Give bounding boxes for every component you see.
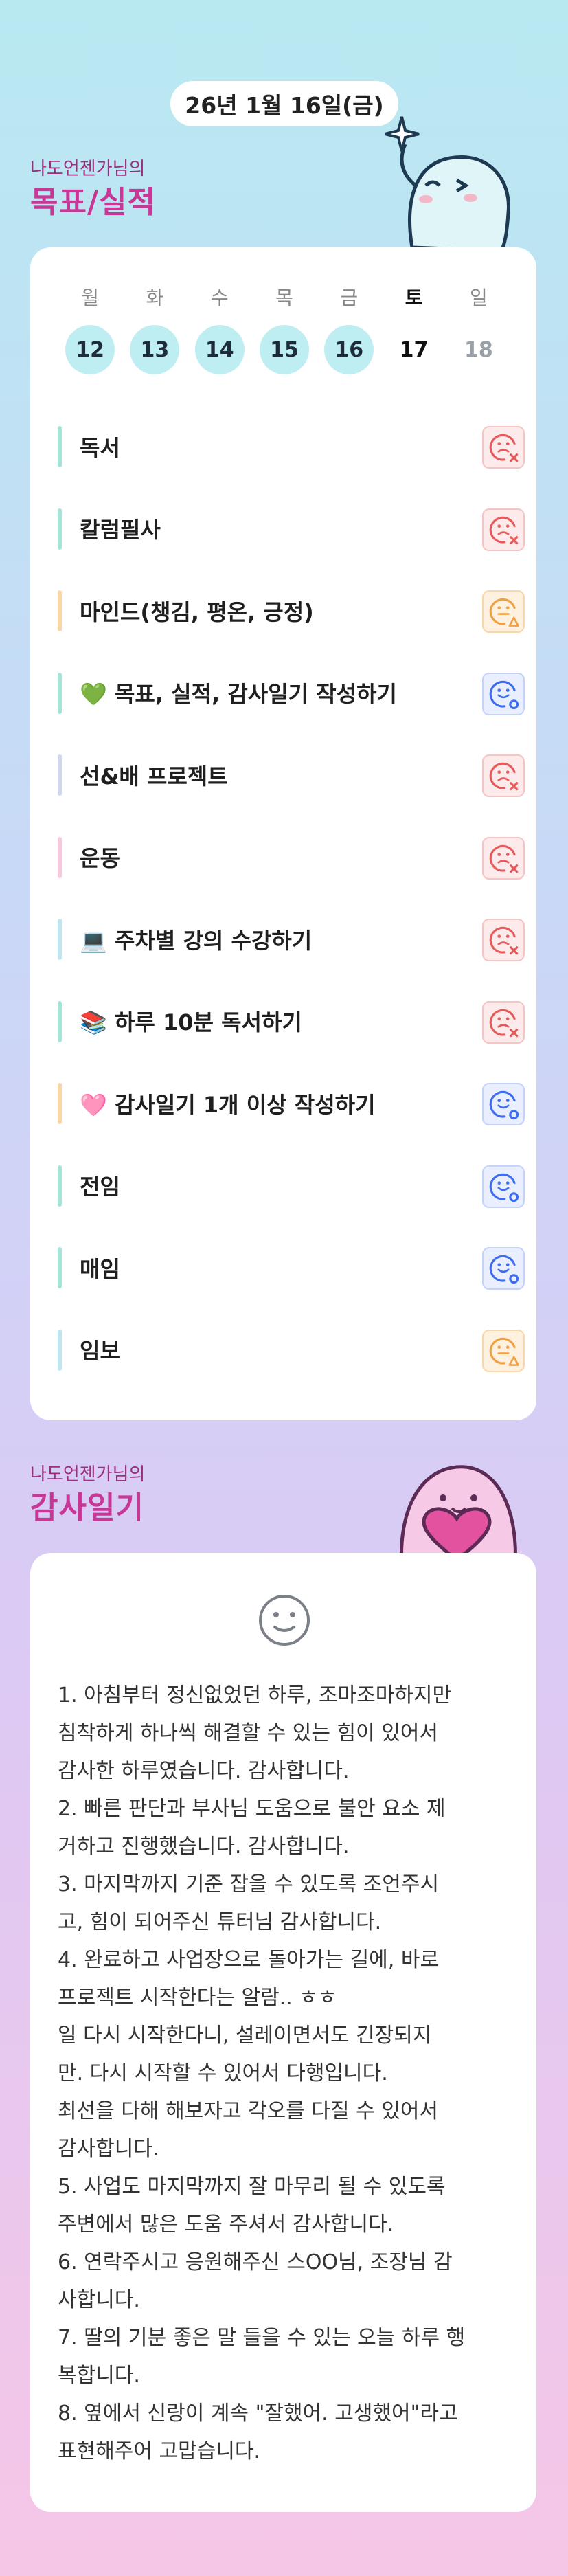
goal-label: 선&배 프로젝트 — [80, 763, 228, 789]
goal-color-bar — [58, 590, 62, 631]
sad-face-x-icon — [489, 516, 519, 544]
goal-label: 운동 — [80, 845, 120, 872]
heart-mascot-icon — [399, 1465, 517, 1567]
goal-status-button[interactable] — [482, 1083, 525, 1125]
goal-status-button[interactable] — [482, 1165, 525, 1208]
goal-color-bar — [58, 754, 62, 796]
goal-color-bar — [58, 508, 62, 550]
weekday-label: 월 — [81, 287, 100, 309]
goal-color-bar — [58, 1165, 62, 1207]
goal-color-bar — [58, 1247, 62, 1288]
goal-status-button[interactable] — [482, 919, 525, 961]
goal-status-button[interactable] — [482, 1329, 525, 1372]
goal-label: 마인드(챙김, 평온, 긍정) — [80, 598, 314, 625]
goal-color-bar — [58, 1000, 62, 1042]
day-button[interactable]: 17 — [381, 324, 446, 375]
goal-item[interactable]: 운동 — [58, 816, 525, 899]
day-number: 13 — [130, 325, 180, 374]
goal-label: 매임 — [80, 1255, 120, 1282]
neutral-face-triangle-icon — [489, 1337, 519, 1366]
day-number: 17 — [399, 337, 429, 362]
goal-status-button[interactable] — [482, 672, 525, 715]
goal-color-bar — [58, 1329, 62, 1371]
neutral-face-triangle-icon — [489, 598, 519, 627]
gratitude-title: 감사일기 — [30, 1490, 144, 1525]
goals-subtitle: 나도언젠가님의 — [30, 159, 146, 179]
day-button[interactable]: 12 — [58, 324, 122, 375]
goal-label: 🩷 감사일기 1개 이상 작성하기 — [80, 1091, 376, 1118]
goal-label: 임보 — [80, 1338, 120, 1365]
goal-list: 독서 칼럼필사 마인드(챙김, 평온, 긍정) 💚 목표, 실적, 감사일기 작… — [58, 405, 525, 1391]
day-button[interactable]: 18 — [446, 324, 511, 375]
sad-face-x-icon — [489, 434, 519, 462]
smile-face-circle-icon — [489, 1255, 519, 1284]
day-number: 18 — [464, 337, 493, 362]
goal-item[interactable]: 칼럼필사 — [58, 488, 525, 570]
sad-face-x-icon — [489, 762, 519, 791]
goal-item[interactable]: 📚 하루 10분 독서하기 — [58, 981, 525, 1063]
goal-status-button[interactable] — [482, 836, 525, 880]
goal-label: 전임 — [80, 1174, 120, 1200]
goal-label: 독서 — [80, 434, 120, 461]
day-button[interactable]: 14 — [188, 324, 252, 375]
sad-face-x-icon — [489, 926, 519, 955]
sad-face-x-icon — [489, 844, 519, 873]
date-selector-row: 12 13 14 15 16 17 18 — [58, 324, 511, 375]
smile-icon[interactable] — [257, 1593, 312, 1648]
weekday-label: 목 — [275, 287, 293, 309]
gratitude-card: 1. 아침부터 정신없었던 하루, 조마조마하지만 침착하게 하나씩 해결할 수… — [30, 1553, 536, 2512]
goal-color-bar — [58, 426, 62, 467]
goal-item[interactable]: 임보 — [58, 1309, 525, 1391]
gratitude-entry-text: 1. 아침부터 정신없었던 하루, 조마조마하지만 침착하게 하나씩 해결할 수… — [58, 1683, 466, 2463]
goal-item[interactable]: 🩷 감사일기 1개 이상 작성하기 — [58, 1062, 525, 1145]
day-button[interactable]: 16 — [317, 324, 381, 375]
goal-label: 💻 주차별 강의 수강하기 — [80, 927, 313, 954]
day-number: 12 — [65, 325, 115, 374]
ghost-mascot-icon — [385, 116, 510, 253]
goal-label: 📚 하루 10분 독서하기 — [80, 1009, 302, 1036]
day-button[interactable]: 13 — [122, 324, 187, 375]
goal-item[interactable]: 매임 — [58, 1227, 525, 1309]
goal-item[interactable]: 독서 — [58, 405, 525, 488]
goal-status-button[interactable] — [482, 1000, 525, 1044]
goal-item[interactable]: 💻 주차별 강의 수강하기 — [58, 898, 525, 981]
goal-status-button[interactable] — [482, 590, 525, 633]
goal-item[interactable]: 전임 — [58, 1145, 525, 1227]
day-number: 16 — [324, 325, 374, 374]
weekday-label: 화 — [146, 287, 164, 309]
smile-face-circle-icon — [489, 680, 519, 709]
smile-face-circle-icon — [489, 1173, 519, 1202]
date-header: 26년 1월 16일(금) — [170, 81, 398, 126]
goal-color-bar — [58, 1083, 62, 1124]
weekday-label: 금 — [340, 287, 359, 309]
weekday-header-row: 월 화 수 목 금 토 일 — [58, 283, 511, 311]
goal-color-bar — [58, 672, 62, 714]
weekday-label: 토 — [405, 287, 423, 309]
goal-label: 칼럼필사 — [80, 517, 161, 544]
goal-color-bar — [58, 836, 62, 878]
goal-status-button[interactable] — [482, 508, 525, 551]
sad-face-x-icon — [489, 1009, 519, 1037]
weekday-label: 수 — [210, 287, 229, 309]
goal-item[interactable]: 💚 목표, 실적, 감사일기 작성하기 — [58, 652, 525, 735]
day-button[interactable]: 15 — [252, 324, 317, 375]
goal-color-bar — [58, 919, 62, 960]
gratitude-subtitle: 나도언젠가님의 — [30, 1464, 146, 1485]
goal-status-button[interactable] — [482, 754, 525, 797]
goal-item[interactable]: 선&배 프로젝트 — [58, 734, 525, 816]
day-number: 14 — [194, 325, 245, 374]
day-number: 15 — [259, 325, 309, 374]
goals-title: 목표/실적 — [30, 185, 156, 220]
goal-status-button[interactable] — [482, 426, 525, 469]
goals-card: 월 화 수 목 금 토 일 12 13 14 15 16 17 18 독서 칼럼… — [30, 247, 536, 1420]
smile-face-circle-icon — [489, 1090, 519, 1120]
goal-item[interactable]: 마인드(챙김, 평온, 긍정) — [58, 570, 525, 652]
goal-label: 💚 목표, 실적, 감사일기 작성하기 — [80, 681, 397, 708]
weekday-label: 일 — [469, 287, 488, 309]
goal-status-button[interactable] — [482, 1247, 525, 1290]
